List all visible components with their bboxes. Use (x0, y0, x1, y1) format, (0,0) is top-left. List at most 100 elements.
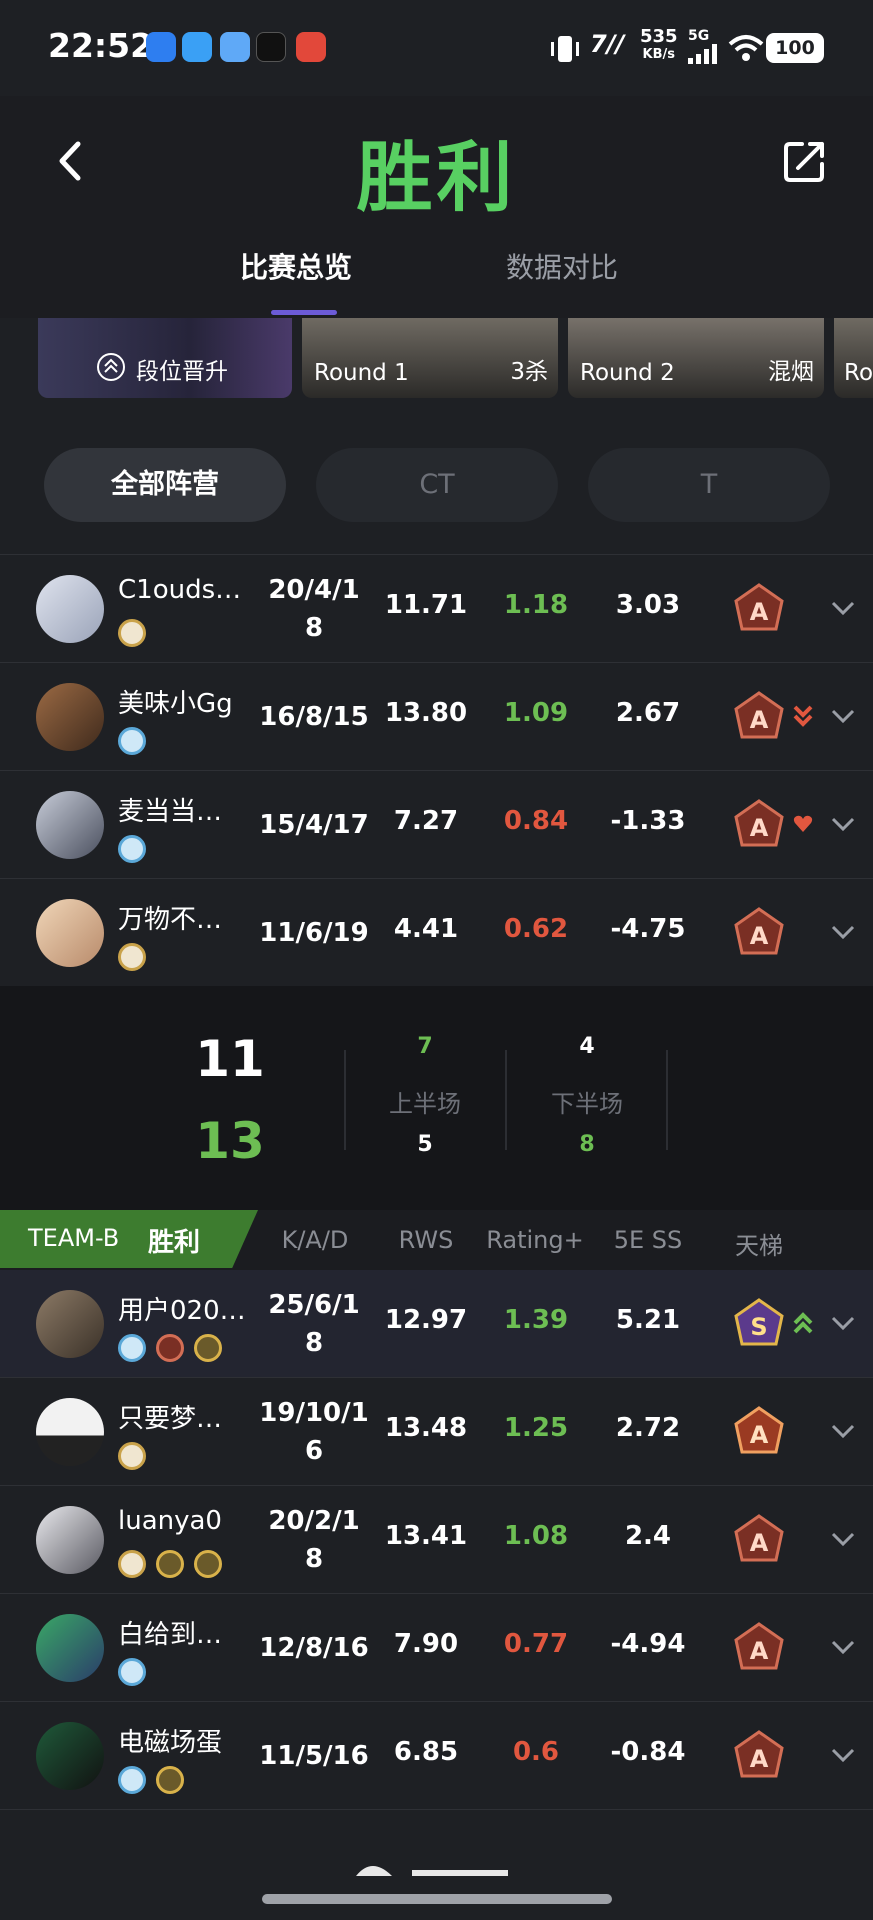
team-a-player-row[interactable]: 美味小Gg 16/8/15 13.80 1.09 2.67 A (0, 663, 873, 771)
team-a-player-row[interactable]: 万物不… 11/6/19 4.41 0.62 -4.75 A (0, 879, 873, 987)
team-b-player-row[interactable]: luanya0 20/2/1 8 13.41 1.08 2.4 A (0, 1486, 873, 1594)
expand-chevron-icon[interactable] (830, 1314, 856, 1332)
team-b-result: 胜利 (148, 1228, 201, 1258)
player-name: 只要梦… (118, 1404, 223, 1434)
first-half-team-b: 5 (417, 1132, 433, 1157)
knife-badge-icon (156, 1766, 184, 1794)
expand-chevron-icon[interactable] (830, 1638, 856, 1656)
player-name: C1ouds… (118, 575, 242, 605)
rank-a-icon: A (734, 1730, 784, 1778)
team-b-player-row[interactable]: 白给到… 12/8/16 7.90 0.77 -4.94 A (0, 1594, 873, 1702)
app-icon-cloud (182, 32, 212, 62)
highlight-round-2-label: Round 2 (580, 360, 675, 386)
player-rws: 7.90 (393, 1629, 459, 1659)
fist-badge-icon (118, 1334, 146, 1362)
player-name: 用户020… (118, 1296, 246, 1326)
team-b-player-row[interactable]: 只要梦… 19/10/1 6 13.48 1.25 2.72 A (0, 1378, 873, 1486)
network-speed-unit: KB/s (642, 47, 676, 62)
rank-s-icon: S (734, 1298, 784, 1346)
expand-chevron-icon[interactable] (830, 1746, 856, 1764)
camp-filter-all[interactable]: 全部阵营 (44, 448, 286, 522)
team-b-table-header: TEAM-B 胜利 K/A/D RWS Rating+ 5E SS 天梯 (0, 1210, 873, 1270)
column-header-rating: Rating+ (486, 1226, 584, 1254)
highlight-round-1-label: Round 1 (314, 360, 409, 386)
player-kda-line2: 8 (304, 613, 324, 643)
rank-a-icon: A (734, 799, 784, 847)
player-rws: 11.71 (384, 590, 468, 620)
player-kda-line2: 8 (304, 1328, 324, 1358)
highlight-card-round-2[interactable]: Round 2 混烟 (568, 318, 824, 398)
player-rating: 1.18 (503, 590, 569, 620)
player-5e-ss: 2.4 (624, 1521, 672, 1551)
player-name: 万物不… (118, 905, 223, 935)
player-kda: 19/10/1 6 (252, 1394, 376, 1470)
share-icon[interactable] (782, 138, 828, 184)
player-kda-line1: 16/8/15 (259, 702, 369, 732)
player-kda: 20/2/1 8 (252, 1502, 376, 1578)
highlight-card-round-1[interactable]: Round 1 3杀 (302, 318, 558, 398)
player-avatar (36, 1290, 104, 1358)
player-5e-ss: 2.72 (615, 1413, 681, 1443)
shield-badge-icon (194, 1550, 222, 1578)
highlight-card-round-3[interactable]: Ro (834, 318, 873, 398)
svg-text:A: A (750, 1421, 769, 1449)
rank-a-icon: A (734, 1622, 784, 1670)
vibrate-icon (551, 36, 579, 62)
player-5e-ss: 2.67 (615, 698, 681, 728)
expand-chevron-icon[interactable] (830, 815, 856, 833)
player-name: 电磁场蛋 (118, 1728, 223, 1758)
expand-chevron-icon[interactable] (830, 1530, 856, 1548)
camp-filter-t[interactable]: T (588, 448, 830, 522)
fist-badge-icon (118, 835, 146, 863)
fist-badge-icon (118, 1766, 146, 1794)
player-5e-ss: 3.03 (615, 590, 681, 620)
score-divider (344, 1050, 346, 1150)
highlight-round-2-tag: 混烟 (768, 359, 814, 385)
rank-up-icon (97, 353, 125, 381)
expand-chevron-icon[interactable] (830, 923, 856, 941)
score-panel: 11 13 7 上半场 5 4 下半场 8 (0, 986, 873, 1210)
player-kda-line1: 19/10/1 (259, 1398, 369, 1428)
team-b-player-row[interactable]: 电磁场蛋 11/5/16 6.85 0.6 -0.84 A (0, 1702, 873, 1810)
score-divider (666, 1050, 668, 1150)
team-b-player-row[interactable]: 用户020… 25/6/1 8 12.97 1.39 5.21 S (0, 1270, 873, 1378)
player-rws: 6.85 (393, 1737, 459, 1767)
highlight-strip[interactable]: 段位晋升 Round 1 3杀 Round 2 混烟 Ro (0, 318, 873, 398)
active-tab-indicator (271, 310, 337, 315)
team-b-label: TEAM-B 胜利 (0, 1210, 258, 1268)
team-a-player-row[interactable]: 麦当当… 15/4/17 7.27 0.84 -1.33 A (0, 771, 873, 879)
expand-chevron-icon[interactable] (830, 707, 856, 725)
app-icon-tiktok (256, 32, 286, 62)
camp-filter-ct[interactable]: CT (316, 448, 558, 522)
player-name: 麦当当… (118, 797, 223, 827)
home-indicator[interactable] (262, 1894, 612, 1904)
wifi-icon (728, 35, 764, 61)
svg-text:A: A (750, 922, 769, 950)
highlight-card-rank-up[interactable]: 段位晋升 (38, 318, 292, 398)
player-name: 美味小Gg (118, 689, 233, 719)
rank-a-icon: A (734, 907, 784, 955)
expand-chevron-icon[interactable] (830, 1422, 856, 1440)
signal-icon (688, 44, 717, 64)
player-avatar (36, 1506, 104, 1574)
team-a-player-row[interactable]: C1ouds… 20/4/1 8 11.71 1.18 3.03 A (0, 555, 873, 663)
player-avatar (36, 575, 104, 643)
player-rating: 0.84 (503, 806, 569, 836)
rank-a-plus-icon: A (734, 1406, 784, 1454)
player-rating: 0.6 (512, 1737, 560, 1767)
tab-data-compare[interactable]: 数据对比 (506, 246, 618, 286)
player-rws: 7.27 (393, 806, 459, 836)
expand-chevron-icon[interactable] (830, 599, 856, 617)
fist-badge-icon (118, 1550, 146, 1578)
player-avatar (36, 791, 104, 859)
header: 胜利 比赛总览 数据对比 (0, 96, 873, 318)
player-kda: 12/8/16 (252, 1629, 376, 1667)
player-rws: 13.48 (384, 1413, 468, 1443)
player-5e-ss: -4.75 (610, 914, 686, 944)
player-kda-line2: 8 (304, 1544, 324, 1574)
tab-overview[interactable]: 比赛总览 (240, 246, 352, 286)
player-avatar (36, 1614, 104, 1682)
skull-badge-icon (194, 1334, 222, 1362)
rank-a-icon: A (734, 1514, 784, 1562)
player-kda-line1: 11/6/19 (259, 918, 369, 948)
